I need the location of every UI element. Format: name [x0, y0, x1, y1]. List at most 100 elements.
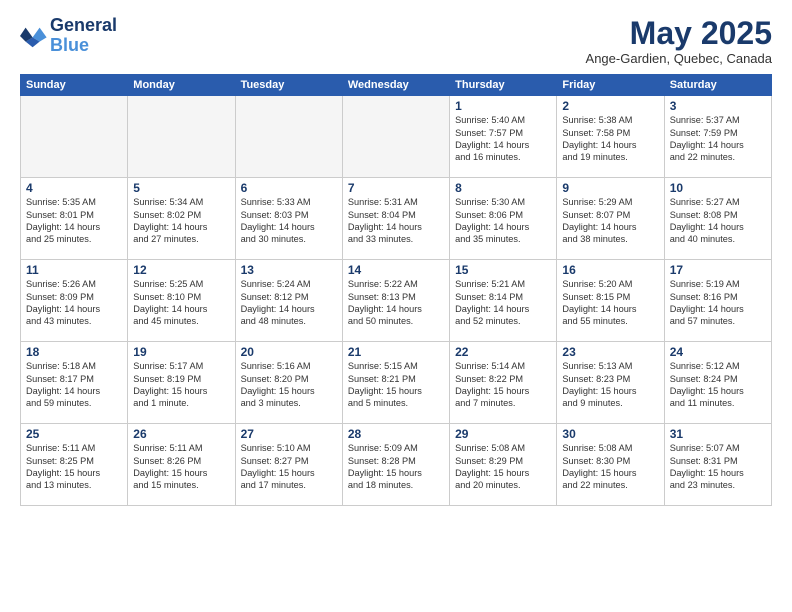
calendar-cell: 14Sunrise: 5:22 AM Sunset: 8:13 PM Dayli…: [342, 260, 449, 342]
day-info: Sunrise: 5:18 AM Sunset: 8:17 PM Dayligh…: [26, 360, 122, 410]
calendar-cell: 16Sunrise: 5:20 AM Sunset: 8:15 PM Dayli…: [557, 260, 664, 342]
header: General Blue May 2025 Ange-Gardien, Queb…: [20, 16, 772, 66]
day-info: Sunrise: 5:25 AM Sunset: 8:10 PM Dayligh…: [133, 278, 229, 328]
calendar-cell: 31Sunrise: 5:07 AM Sunset: 8:31 PM Dayli…: [664, 424, 771, 506]
calendar-cell: 29Sunrise: 5:08 AM Sunset: 8:29 PM Dayli…: [450, 424, 557, 506]
day-info: Sunrise: 5:14 AM Sunset: 8:22 PM Dayligh…: [455, 360, 551, 410]
calendar-subtitle: Ange-Gardien, Quebec, Canada: [586, 51, 772, 66]
day-info: Sunrise: 5:15 AM Sunset: 8:21 PM Dayligh…: [348, 360, 444, 410]
day-number: 10: [670, 181, 766, 195]
calendar-cell: 12Sunrise: 5:25 AM Sunset: 8:10 PM Dayli…: [128, 260, 235, 342]
day-number: 20: [241, 345, 337, 359]
calendar-cell: 22Sunrise: 5:14 AM Sunset: 8:22 PM Dayli…: [450, 342, 557, 424]
col-header-monday: Monday: [128, 75, 235, 96]
calendar-cell: 23Sunrise: 5:13 AM Sunset: 8:23 PM Dayli…: [557, 342, 664, 424]
day-number: 26: [133, 427, 229, 441]
calendar-cell: 18Sunrise: 5:18 AM Sunset: 8:17 PM Dayli…: [21, 342, 128, 424]
title-block: May 2025 Ange-Gardien, Quebec, Canada: [586, 16, 772, 66]
day-number: 22: [455, 345, 551, 359]
header-row: SundayMondayTuesdayWednesdayThursdayFrid…: [21, 75, 772, 96]
day-info: Sunrise: 5:34 AM Sunset: 8:02 PM Dayligh…: [133, 196, 229, 246]
calendar-cell: 28Sunrise: 5:09 AM Sunset: 8:28 PM Dayli…: [342, 424, 449, 506]
day-number: 16: [562, 263, 658, 277]
calendar-cell: 6Sunrise: 5:33 AM Sunset: 8:03 PM Daylig…: [235, 178, 342, 260]
day-info: Sunrise: 5:38 AM Sunset: 7:58 PM Dayligh…: [562, 114, 658, 164]
day-number: 9: [562, 181, 658, 195]
logo-text: General Blue: [50, 16, 117, 56]
day-info: Sunrise: 5:08 AM Sunset: 8:30 PM Dayligh…: [562, 442, 658, 492]
calendar-cell: 25Sunrise: 5:11 AM Sunset: 8:25 PM Dayli…: [21, 424, 128, 506]
day-info: Sunrise: 5:31 AM Sunset: 8:04 PM Dayligh…: [348, 196, 444, 246]
calendar-cell: 11Sunrise: 5:26 AM Sunset: 8:09 PM Dayli…: [21, 260, 128, 342]
logo: General Blue: [20, 16, 117, 56]
calendar-cell: 5Sunrise: 5:34 AM Sunset: 8:02 PM Daylig…: [128, 178, 235, 260]
day-number: 2: [562, 99, 658, 113]
calendar-title: May 2025: [586, 16, 772, 51]
calendar-cell: 17Sunrise: 5:19 AM Sunset: 8:16 PM Dayli…: [664, 260, 771, 342]
day-number: 18: [26, 345, 122, 359]
week-row-1: 1Sunrise: 5:40 AM Sunset: 7:57 PM Daylig…: [21, 96, 772, 178]
day-number: 5: [133, 181, 229, 195]
day-number: 14: [348, 263, 444, 277]
calendar-cell: 4Sunrise: 5:35 AM Sunset: 8:01 PM Daylig…: [21, 178, 128, 260]
day-number: 28: [348, 427, 444, 441]
col-header-saturday: Saturday: [664, 75, 771, 96]
day-number: 1: [455, 99, 551, 113]
day-number: 12: [133, 263, 229, 277]
calendar-cell: 15Sunrise: 5:21 AM Sunset: 8:14 PM Dayli…: [450, 260, 557, 342]
day-number: 15: [455, 263, 551, 277]
calendar-cell: 7Sunrise: 5:31 AM Sunset: 8:04 PM Daylig…: [342, 178, 449, 260]
calendar-cell: 21Sunrise: 5:15 AM Sunset: 8:21 PM Dayli…: [342, 342, 449, 424]
day-info: Sunrise: 5:21 AM Sunset: 8:14 PM Dayligh…: [455, 278, 551, 328]
day-info: Sunrise: 5:27 AM Sunset: 8:08 PM Dayligh…: [670, 196, 766, 246]
day-number: 8: [455, 181, 551, 195]
week-row-5: 25Sunrise: 5:11 AM Sunset: 8:25 PM Dayli…: [21, 424, 772, 506]
day-number: 21: [348, 345, 444, 359]
day-number: 23: [562, 345, 658, 359]
col-header-tuesday: Tuesday: [235, 75, 342, 96]
calendar-cell: 30Sunrise: 5:08 AM Sunset: 8:30 PM Dayli…: [557, 424, 664, 506]
day-number: 11: [26, 263, 122, 277]
calendar-cell: 20Sunrise: 5:16 AM Sunset: 8:20 PM Dayli…: [235, 342, 342, 424]
day-info: Sunrise: 5:17 AM Sunset: 8:19 PM Dayligh…: [133, 360, 229, 410]
logo-line2: Blue: [50, 36, 117, 56]
day-info: Sunrise: 5:19 AM Sunset: 8:16 PM Dayligh…: [670, 278, 766, 328]
logo-icon: [20, 22, 48, 50]
week-row-2: 4Sunrise: 5:35 AM Sunset: 8:01 PM Daylig…: [21, 178, 772, 260]
calendar-cell: [128, 96, 235, 178]
day-info: Sunrise: 5:29 AM Sunset: 8:07 PM Dayligh…: [562, 196, 658, 246]
day-info: Sunrise: 5:09 AM Sunset: 8:28 PM Dayligh…: [348, 442, 444, 492]
day-info: Sunrise: 5:11 AM Sunset: 8:26 PM Dayligh…: [133, 442, 229, 492]
day-info: Sunrise: 5:37 AM Sunset: 7:59 PM Dayligh…: [670, 114, 766, 164]
calendar-cell: [342, 96, 449, 178]
day-number: 3: [670, 99, 766, 113]
calendar-cell: [21, 96, 128, 178]
day-number: 6: [241, 181, 337, 195]
day-number: 4: [26, 181, 122, 195]
calendar-cell: 13Sunrise: 5:24 AM Sunset: 8:12 PM Dayli…: [235, 260, 342, 342]
calendar-cell: 2Sunrise: 5:38 AM Sunset: 7:58 PM Daylig…: [557, 96, 664, 178]
calendar-table: SundayMondayTuesdayWednesdayThursdayFrid…: [20, 74, 772, 506]
day-number: 31: [670, 427, 766, 441]
day-info: Sunrise: 5:13 AM Sunset: 8:23 PM Dayligh…: [562, 360, 658, 410]
calendar-cell: 24Sunrise: 5:12 AM Sunset: 8:24 PM Dayli…: [664, 342, 771, 424]
day-number: 13: [241, 263, 337, 277]
col-header-wednesday: Wednesday: [342, 75, 449, 96]
day-info: Sunrise: 5:22 AM Sunset: 8:13 PM Dayligh…: [348, 278, 444, 328]
col-header-friday: Friday: [557, 75, 664, 96]
day-number: 7: [348, 181, 444, 195]
day-number: 24: [670, 345, 766, 359]
day-info: Sunrise: 5:24 AM Sunset: 8:12 PM Dayligh…: [241, 278, 337, 328]
col-header-sunday: Sunday: [21, 75, 128, 96]
page: General Blue May 2025 Ange-Gardien, Queb…: [0, 0, 792, 612]
day-number: 19: [133, 345, 229, 359]
day-number: 25: [26, 427, 122, 441]
day-number: 30: [562, 427, 658, 441]
calendar-cell: 1Sunrise: 5:40 AM Sunset: 7:57 PM Daylig…: [450, 96, 557, 178]
day-info: Sunrise: 5:08 AM Sunset: 8:29 PM Dayligh…: [455, 442, 551, 492]
calendar-cell: [235, 96, 342, 178]
day-info: Sunrise: 5:11 AM Sunset: 8:25 PM Dayligh…: [26, 442, 122, 492]
logo-line1: General: [50, 16, 117, 36]
day-info: Sunrise: 5:33 AM Sunset: 8:03 PM Dayligh…: [241, 196, 337, 246]
calendar-cell: 26Sunrise: 5:11 AM Sunset: 8:26 PM Dayli…: [128, 424, 235, 506]
